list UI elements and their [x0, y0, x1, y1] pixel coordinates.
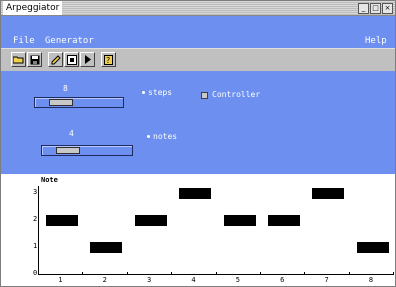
- arpeggiator-window: Arpeggiator _ □ × File Generator Help ? …: [0, 0, 396, 287]
- note-bar[interactable]: [268, 215, 300, 226]
- title-bar[interactable]: Arpeggiator _ □ ×: [1, 1, 395, 16]
- notes-label: notes: [153, 132, 178, 141]
- menu-help[interactable]: Help: [365, 35, 387, 47]
- x-tick-label: 3: [146, 276, 152, 284]
- window-title: Arpeggiator: [3, 1, 63, 15]
- note-bar[interactable]: [357, 242, 389, 253]
- x-tick-label: 7: [324, 276, 329, 284]
- x-tick: [216, 272, 217, 275]
- note-bar[interactable]: [312, 188, 344, 199]
- y-tick-label: 3: [33, 188, 38, 197]
- x-tick: [82, 272, 83, 275]
- x-tick-label: 8: [368, 276, 374, 284]
- x-tick: [127, 272, 128, 275]
- x-tick-label: 6: [280, 276, 285, 284]
- steps-slider-thumb[interactable]: [49, 99, 73, 106]
- svg-text:?: ?: [106, 56, 110, 65]
- x-tick-label: 2: [102, 276, 107, 284]
- x-tick: [304, 272, 305, 275]
- piano-roll-area: Note 012312345678: [1, 174, 395, 286]
- maximize-button[interactable]: □: [370, 3, 381, 14]
- pencil-icon: [51, 54, 61, 64]
- save-button[interactable]: [27, 52, 42, 67]
- notes-slider[interactable]: [41, 145, 133, 156]
- steps-value: 8: [63, 84, 68, 93]
- close-button[interactable]: ×: [382, 3, 393, 14]
- save-icon: [30, 55, 39, 64]
- y-tick-label: 0: [33, 269, 38, 277]
- help-button[interactable]: ?: [101, 52, 116, 67]
- steps-slider[interactable]: [34, 97, 124, 108]
- pencil-button[interactable]: [48, 52, 63, 67]
- controller-checkbox[interactable]: [201, 92, 208, 99]
- y-axis-line: [38, 186, 39, 274]
- play-icon: [84, 55, 91, 64]
- y-tick-label: 2: [33, 215, 38, 224]
- window-controls: _ □ ×: [358, 3, 393, 14]
- x-tick-label: 4: [191, 276, 196, 284]
- bullet-icon: [147, 135, 150, 138]
- controller-label: Controller: [212, 90, 261, 99]
- help-icon: ?: [104, 54, 113, 65]
- toolbar: ?: [1, 48, 395, 72]
- note-bar[interactable]: [224, 215, 256, 226]
- steps-label-group: steps: [142, 88, 172, 97]
- y-tick-label: 1: [33, 242, 38, 251]
- menu-bar: File Generator Help: [1, 16, 395, 48]
- steps-label: steps: [148, 88, 173, 97]
- minimize-button[interactable]: _: [358, 3, 369, 14]
- open-button[interactable]: [11, 52, 26, 67]
- controls-panel: 8 steps Controller 4 notes: [1, 71, 395, 174]
- grid-button[interactable]: [64, 52, 79, 67]
- menu-generator[interactable]: Generator: [45, 35, 94, 47]
- play-button[interactable]: [80, 52, 95, 67]
- note-bar[interactable]: [90, 242, 122, 253]
- notes-value: 4: [69, 129, 74, 138]
- note-bar[interactable]: [46, 215, 78, 226]
- x-tick: [260, 272, 261, 275]
- note-bar[interactable]: [179, 188, 211, 199]
- open-icon: [13, 56, 24, 64]
- notes-label-group: notes: [147, 132, 177, 141]
- piano-roll-plot[interactable]: 0 1 2 3 1 2 3 4 5 6 7 8: [1, 174, 395, 286]
- x-tick: [393, 272, 394, 275]
- x-tick-label: 5: [235, 276, 240, 284]
- note-bar[interactable]: [135, 215, 167, 226]
- x-tick: [349, 272, 350, 275]
- grid-icon: [66, 54, 77, 65]
- x-tick-label: 1: [58, 276, 63, 284]
- notes-slider-thumb[interactable]: [56, 147, 80, 154]
- menu-file[interactable]: File: [13, 35, 35, 47]
- x-tick: [171, 272, 172, 275]
- bullet-icon: [142, 91, 145, 94]
